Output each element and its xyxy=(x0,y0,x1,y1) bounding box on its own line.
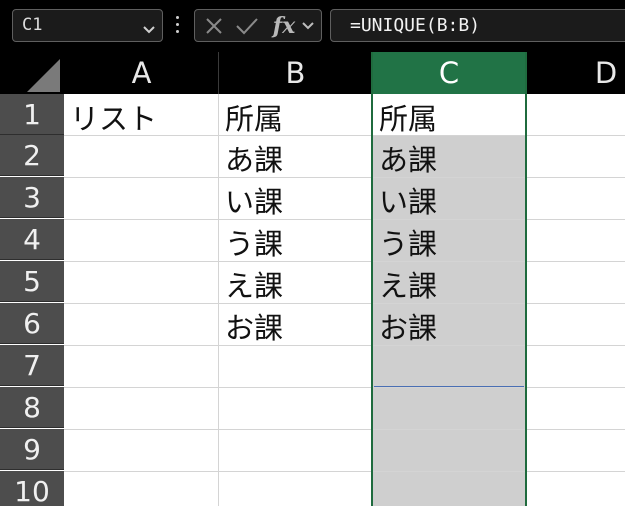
chevron-down-icon[interactable] xyxy=(299,10,317,41)
column-header-c[interactable]: C xyxy=(372,52,526,94)
cell-c1[interactable]: 所属 xyxy=(373,96,526,137)
row-header-10[interactable]: 10 xyxy=(0,471,64,506)
gridline xyxy=(64,387,625,388)
cell-c6[interactable]: お課 xyxy=(373,305,526,346)
formula-bar: C1 fx =UNIQUE(B:B) xyxy=(0,0,625,52)
name-box[interactable]: C1 xyxy=(12,9,163,42)
cell-c2[interactable]: あ課 xyxy=(373,137,526,178)
cell-b1[interactable]: 所属 xyxy=(219,96,372,137)
cell-b4[interactable]: う課 xyxy=(219,221,372,262)
spill-range-edge xyxy=(374,386,524,387)
cell-b6[interactable]: お課 xyxy=(219,305,372,346)
gridline xyxy=(526,94,527,506)
chevron-down-icon[interactable] xyxy=(142,20,156,39)
column-separator xyxy=(526,52,527,94)
cell-c3[interactable]: い課 xyxy=(373,179,526,220)
column-header-a[interactable]: A xyxy=(64,52,219,94)
row-header-9[interactable]: 9 xyxy=(0,429,64,470)
name-box-value: C1 xyxy=(22,15,43,35)
gridline xyxy=(64,471,625,472)
formula-text: =UNIQUE(B:B) xyxy=(350,15,481,36)
more-options-icon[interactable] xyxy=(174,13,180,37)
cell-b3[interactable]: い課 xyxy=(219,179,372,220)
formula-buttons: fx xyxy=(194,9,322,42)
row-header-7[interactable]: 7 xyxy=(0,345,64,386)
row-header-4[interactable]: 4 xyxy=(0,219,64,260)
cell-c4[interactable]: う課 xyxy=(373,221,526,262)
cancel-icon[interactable] xyxy=(201,10,227,41)
column-header-b[interactable]: B xyxy=(219,52,372,94)
cell-a1[interactable]: リスト xyxy=(64,96,218,137)
row-header-5[interactable]: 5 xyxy=(0,261,64,302)
cell-b5[interactable]: え課 xyxy=(219,263,372,304)
cell-b2[interactable]: あ課 xyxy=(219,137,372,178)
row-header-3[interactable]: 3 xyxy=(0,177,64,218)
cell-c5[interactable]: え課 xyxy=(373,263,526,304)
formula-input[interactable]: =UNIQUE(B:B) xyxy=(330,9,625,42)
worksheet-grid[interactable]: A B C D 1 2 3 4 5 6 7 8 9 10 リスト 所属 あ課 い… xyxy=(0,52,625,506)
row-header-8[interactable]: 8 xyxy=(0,387,64,428)
row-header-2[interactable]: 2 xyxy=(0,135,64,176)
gridline xyxy=(64,429,625,430)
row-header-1[interactable]: 1 xyxy=(0,94,64,135)
column-separator xyxy=(218,52,219,94)
select-all-corner[interactable] xyxy=(0,52,64,94)
column-header-d[interactable]: D xyxy=(526,52,625,94)
row-header-6[interactable]: 6 xyxy=(0,303,64,344)
enter-check-icon[interactable] xyxy=(233,10,261,41)
insert-function-icon[interactable]: fx xyxy=(271,10,297,41)
